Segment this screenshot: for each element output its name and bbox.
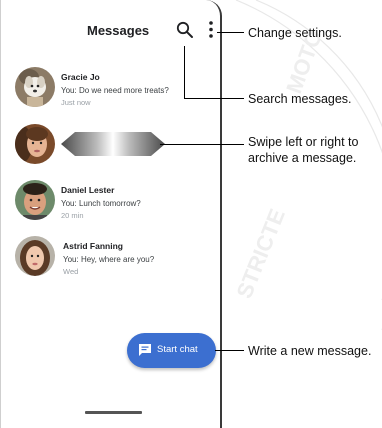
search-button[interactable]	[175, 20, 195, 40]
avatar	[15, 180, 55, 220]
svg-text:STRICTE: STRICTE	[231, 205, 289, 302]
callout-swipe-line2: archive a message.	[248, 151, 357, 165]
message-snippet: You: Do we need more treats?	[61, 86, 169, 95]
callout-line-new-message	[215, 350, 244, 351]
start-chat-button[interactable]: Start chat	[127, 333, 216, 368]
callout-swipe-line1: Swipe left or right to	[248, 135, 359, 149]
callout-line-search	[184, 46, 185, 99]
message-time: Just now	[61, 98, 91, 107]
conversation-item[interactable]: Daniel Lester You: Lunch tomorrow? 20 mi…	[1, 180, 221, 226]
more-options-button[interactable]	[205, 20, 217, 40]
search-icon	[176, 21, 193, 38]
contact-name: Daniel Lester	[61, 185, 115, 195]
chat-bubble-icon	[139, 344, 151, 356]
swiped-conversation-item[interactable]	[1, 122, 221, 168]
start-chat-label: Start chat	[157, 344, 198, 355]
conversation-item[interactable]: Astrid Fanning You: Hey, where are you? …	[1, 236, 221, 282]
app-header: Messages	[1, 14, 221, 48]
callout-change-settings: Change settings.	[248, 26, 342, 40]
avatar	[15, 236, 55, 276]
callout-write-new-message: Write a new message.	[248, 344, 372, 358]
conversation-item[interactable]: Gracie Jo You: Do we need more treats? J…	[1, 67, 221, 113]
swipe-archive-indicator	[61, 132, 165, 156]
message-time: 20 min	[61, 211, 84, 220]
callout-line-settings	[217, 32, 244, 33]
contact-name: Astrid Fanning	[63, 241, 123, 251]
avatar	[15, 67, 55, 107]
avatar	[15, 124, 55, 164]
more-vert-icon	[209, 21, 213, 38]
callout-line-swipe	[160, 144, 244, 145]
page-title: Messages	[87, 23, 150, 38]
callout-search-messages: Search messages.	[248, 92, 352, 106]
message-snippet: You: Hey, where are you?	[63, 255, 155, 264]
message-snippet: You: Lunch tomorrow?	[61, 199, 141, 208]
message-time: Wed	[63, 267, 79, 276]
callout-line-search	[184, 98, 244, 99]
home-indicator[interactable]	[85, 411, 142, 414]
phone-screen: Messages Gracie Jo You: Do we need more …	[0, 0, 222, 428]
contact-name: Gracie Jo	[61, 72, 100, 82]
